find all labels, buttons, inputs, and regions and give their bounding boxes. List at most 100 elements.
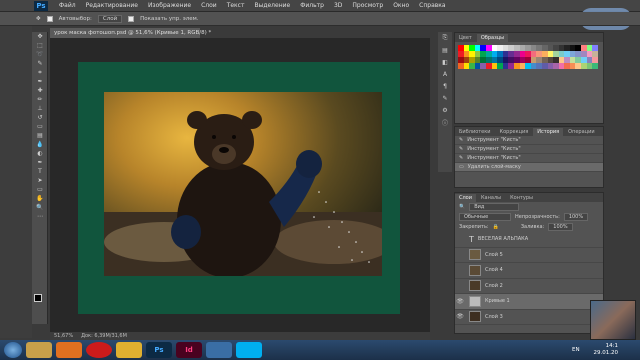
history-panel: Библиотеки Коррекция История Операции ✎ И… [454,126,604,188]
fill-input[interactable]: 100% [548,223,573,231]
layer-row[interactable]: 👁 Слой 3 [455,310,603,325]
panel-icon-strip: ⎘ ▤ ◧ A ¶ ✎ ⚙ ⓘ [438,32,452,172]
menu-image[interactable]: Изображение [143,2,196,9]
more-tools-icon[interactable]: ⋯ [32,212,48,221]
lock-icon[interactable]: 🔒 [493,224,499,230]
menu-3d[interactable]: 3D [329,2,347,9]
marquee-tool-icon[interactable]: ⬚ [32,41,48,50]
autoselect-dropdown[interactable]: Слой [97,14,123,23]
stamp-tool-icon[interactable]: ⊥ [32,104,48,113]
menu-select[interactable]: Выделение [249,2,295,9]
properties-panel-icon[interactable]: ▤ [438,44,452,56]
paragraph-panel-icon[interactable]: ¶ [438,80,452,92]
zoom-tool-icon[interactable]: 🔍 [32,203,48,212]
adjustments-panel-icon[interactable]: ◧ [438,56,452,68]
transform-checkbox[interactable] [128,15,135,22]
layer-row[interactable]: 👁 Кривые 1 [455,294,603,310]
language-indicator[interactable]: EN [572,347,580,353]
firefox-icon[interactable] [56,342,82,358]
foreground-color-swatch[interactable] [34,294,42,302]
layer-row[interactable]: Слой 4 [455,263,603,279]
tab-libraries[interactable]: Библиотеки [455,128,495,136]
layer-thumbnail [469,280,481,292]
indesign-taskbar-icon[interactable]: Id [176,342,202,358]
path-select-tool-icon[interactable]: ➤ [32,176,48,185]
document-info: Док: 6,39M/31,6M [81,333,127,339]
layer-row[interactable]: T ВЕСЕЛАЯ АЛЬПАКА [455,232,603,248]
clock-time: 14:1 [605,343,618,349]
eraser-tool-icon[interactable]: ▭ [32,122,48,131]
opera-icon[interactable] [86,342,112,358]
color-swatch[interactable] [592,63,598,69]
autoselect-checkbox[interactable] [46,15,53,22]
tab-history[interactable]: История [533,128,564,136]
layer-row[interactable]: Слой 5 [455,248,603,263]
blend-mode-select[interactable]: Обычные [459,213,511,221]
eye-icon[interactable]: 👁 [455,298,465,305]
brush-tool-icon[interactable]: ✏ [32,95,48,104]
swatches-panel: Цвет Образцы [454,32,604,124]
info-panel-icon[interactable]: ⓘ [438,116,452,128]
menu-edit[interactable]: Редактирование [81,2,143,9]
tab-channels[interactable]: Каналы [477,194,505,202]
photoshop-taskbar-icon[interactable]: Ps [146,342,172,358]
swatch-grid [455,42,603,72]
zoom-level[interactable]: 51,67% [54,333,73,339]
clone-source-icon[interactable]: ⚙ [438,104,452,116]
start-button[interactable] [4,342,22,358]
move-tool-icon[interactable]: ✥ [32,32,48,41]
hand-tool-icon[interactable]: ✋ [32,194,48,203]
history-item[interactable]: ✎ Инструмент "Кисть" [455,145,603,154]
layer-kind-filter[interactable]: Вид [469,203,520,211]
brush-panel-icon[interactable]: ✎ [438,92,452,104]
folder-icon[interactable] [116,342,142,358]
menu-view[interactable]: Просмотр [347,2,388,9]
menu-file[interactable]: Файл [54,2,81,9]
tab-paths[interactable]: Контуры [506,194,537,202]
blur-tool-icon[interactable]: 💧 [32,140,48,149]
tab-layers[interactable]: Слои [455,194,476,202]
menu-filter[interactable]: Фильтр [295,2,329,9]
lasso-tool-icon[interactable]: ➰ [32,50,48,59]
document-tab[interactable]: урок маска фотошоп.psd @ 51,6% (Кривые 1… [50,28,211,38]
explorer-icon[interactable] [26,342,52,358]
opacity-input[interactable]: 100% [563,213,589,221]
curves-adjustment-icon [469,295,481,307]
history-item[interactable]: ✎ Инструмент "Кисть" [455,136,603,145]
history-brush-tool-icon[interactable]: ↺ [32,113,48,122]
clock[interactable]: 14:1 29.01.20 [594,343,619,357]
eyedropper-tool-icon[interactable]: ✒ [32,77,48,86]
photoshop-logo: Ps [34,0,48,11]
tab-swatches[interactable]: Образцы [476,34,509,42]
menu-text[interactable]: Текст [222,2,250,9]
pen-tool-icon[interactable]: ✒ [32,158,48,167]
menu-window[interactable]: Окно [388,2,414,9]
shape-tool-icon[interactable]: ▭ [32,185,48,194]
crop-tool-icon[interactable]: ⌗ [32,68,48,77]
menu-layers[interactable]: Слои [196,2,222,9]
layer-thumbnail [469,249,481,261]
bear-photo [104,92,382,276]
tab-color[interactable]: Цвет [455,34,476,42]
media-player-icon[interactable] [206,342,232,358]
tab-actions[interactable]: Операции [564,128,598,136]
fill-label: Заливка: [520,224,545,230]
history-item[interactable]: ▭ Удалить слой-маску [455,163,603,172]
layer-name: Кривые 1 [485,298,510,305]
healing-tool-icon[interactable]: ✚ [32,86,48,95]
menu-help[interactable]: Справка [414,2,450,9]
brush-icon: ✎ [459,137,464,143]
character-panel-icon[interactable]: A [438,68,452,80]
quick-select-tool-icon[interactable]: ✎ [32,59,48,68]
dodge-tool-icon[interactable]: ◐ [32,149,48,158]
eye-icon[interactable]: 👁 [455,313,465,320]
layer-row[interactable]: Слой 2 [455,279,603,294]
type-tool-icon[interactable]: T [32,167,48,176]
gradient-tool-icon[interactable]: ▤ [32,131,48,140]
history-item[interactable]: ✎ Инструмент "Кисть" [455,154,603,163]
layer-thumbnail [469,311,481,323]
webcam-overlay [590,300,636,340]
skype-taskbar-icon[interactable] [236,342,262,358]
history-panel-icon[interactable]: ⎘ [438,32,452,44]
tab-adjustments[interactable]: Коррекция [496,128,533,136]
